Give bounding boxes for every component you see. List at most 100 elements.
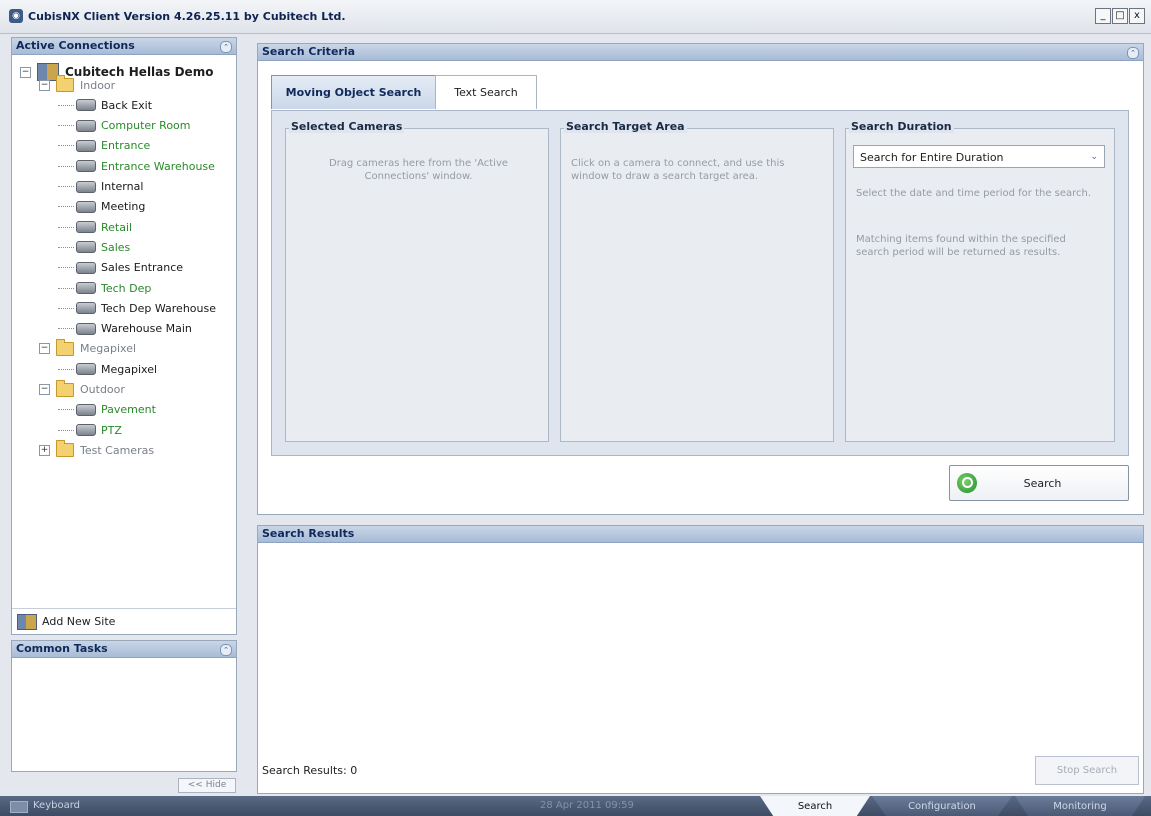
search-button-label: Search xyxy=(1023,476,1062,490)
camera-icon xyxy=(76,261,96,274)
camera-item[interactable]: Tech Dep xyxy=(58,278,151,298)
tree-connector xyxy=(58,226,74,228)
tab-text-search[interactable]: Text Search xyxy=(435,75,537,109)
camera-item[interactable]: Sales xyxy=(58,237,130,257)
minimize-button[interactable]: _ xyxy=(1095,8,1111,24)
tree-connector xyxy=(58,104,74,106)
search-duration-value: Search for Entire Duration xyxy=(860,151,1004,164)
status-datetime: 28 Apr 2011 09:59 xyxy=(540,800,634,811)
camera-item[interactable]: Entrance Warehouse xyxy=(58,156,215,176)
add-site-icon xyxy=(17,614,37,630)
camera-label: Meeting xyxy=(101,200,146,214)
camera-item[interactable]: Retail xyxy=(58,217,132,237)
camera-item[interactable]: Tech Dep Warehouse xyxy=(58,298,216,318)
tree-connector xyxy=(58,287,74,289)
tree-connector xyxy=(58,409,74,411)
chevron-down-icon: ⌄ xyxy=(1090,152,1098,162)
camera-item[interactable]: Megapixel xyxy=(58,359,157,379)
tree-connector xyxy=(58,328,74,330)
search-results-panel: Search Results Search Results: 0 xyxy=(257,525,1144,794)
selected-cameras-group[interactable]: Selected Cameras Drag cameras here from … xyxy=(285,120,549,442)
collapse-tree-icon[interactable]: − xyxy=(39,343,50,355)
tree-group-label: Indoor xyxy=(80,78,116,92)
tree-connector xyxy=(58,145,74,147)
camera-icon xyxy=(76,241,96,254)
tree-group-indoor[interactable]: − Indoor xyxy=(39,75,115,95)
app-icon: ◉ xyxy=(9,9,23,23)
camera-item[interactable]: Entrance xyxy=(58,136,150,156)
tree-connector xyxy=(58,267,74,269)
camera-item[interactable]: Back Exit xyxy=(58,95,152,115)
maximize-button[interactable]: □ xyxy=(1112,8,1128,24)
camera-icon xyxy=(76,424,96,437)
tab-monitoring[interactable]: Monitoring xyxy=(1015,796,1145,816)
collapse-tree-icon[interactable]: − xyxy=(39,384,50,395)
window-title-bar: ◉ CubisNX Client Version 4.26.25.11 by C… xyxy=(0,0,1151,34)
camera-label: Retail xyxy=(101,220,133,234)
search-duration-group: Search Duration Select the date and time… xyxy=(845,120,1115,442)
expand-tree-icon[interactable]: + xyxy=(39,444,50,456)
camera-label: Warehouse Main xyxy=(101,322,192,336)
tree-group-label: Outdoor xyxy=(80,383,125,396)
camera-icon xyxy=(76,180,96,193)
tree-connector xyxy=(58,125,74,127)
camera-item[interactable]: Computer Room xyxy=(58,116,191,136)
add-new-site-label: Add New Site xyxy=(42,615,116,628)
collapse-icon[interactable]: ⌃ xyxy=(220,644,232,656)
collapse-icon[interactable]: ⌃ xyxy=(1127,47,1139,59)
close-button[interactable]: x xyxy=(1129,8,1145,24)
camera-label: Pavement xyxy=(101,403,156,417)
keyboard-label[interactable]: Keyboard xyxy=(33,800,80,811)
active-connections-title: Active Connections xyxy=(16,39,135,52)
search-button[interactable]: Search xyxy=(949,465,1129,501)
tree-connector xyxy=(58,206,74,208)
keyboard-icon[interactable] xyxy=(10,801,28,813)
search-criteria-header: Search Criteria ⌃ xyxy=(258,44,1143,61)
search-target-area-hint: Click on a camera to connect, and use th… xyxy=(571,158,785,182)
camera-item[interactable]: PTZ xyxy=(58,420,122,440)
window-controls: _ □ x xyxy=(1095,8,1145,24)
folder-icon xyxy=(56,440,74,458)
camera-item[interactable]: Pavement xyxy=(58,400,156,420)
camera-icon xyxy=(76,322,96,335)
tab-configuration[interactable]: Configuration xyxy=(872,796,1012,816)
active-connections-header: Active Connections ⌃ xyxy=(12,38,236,55)
camera-item[interactable]: Sales Entrance xyxy=(58,258,183,278)
tab-moving-object-search[interactable]: Moving Object Search xyxy=(271,75,436,109)
hide-button[interactable]: << Hide xyxy=(178,778,236,793)
search-results-title: Search Results xyxy=(262,527,355,540)
camera-item[interactable]: Internal xyxy=(58,177,143,197)
tree-connector xyxy=(58,186,74,187)
tree-connector xyxy=(58,246,74,248)
tab-search[interactable]: Search xyxy=(760,796,870,816)
camera-label: Tech Dep xyxy=(101,281,152,295)
camera-label: Computer Room xyxy=(101,119,191,133)
window-title: CubisNX Client Version 4.26.25.11 by Cub… xyxy=(28,10,346,23)
search-target-area-title: Search Target Area xyxy=(564,120,687,133)
add-new-site-row[interactable]: Add New Site xyxy=(12,608,236,635)
camera-item[interactable]: Warehouse Main xyxy=(58,319,192,339)
stop-search-button[interactable]: Stop Search xyxy=(1035,756,1139,785)
collapse-icon[interactable]: ⌃ xyxy=(220,41,232,53)
tree-group-outdoor[interactable]: − Outdoor xyxy=(39,379,125,400)
tree-connector xyxy=(58,307,74,309)
tree-group-test-cameras[interactable]: + Test Cameras xyxy=(39,440,154,460)
camera-item[interactable]: Meeting xyxy=(58,197,145,217)
camera-label: Entrance xyxy=(101,139,151,153)
camera-icon xyxy=(76,200,96,213)
common-tasks-header: Common Tasks ⌃ xyxy=(12,641,236,658)
search-icon xyxy=(957,473,977,493)
search-duration-select[interactable]: Search for Entire Duration ⌄ xyxy=(853,145,1105,168)
tree-group-megapixel[interactable]: − Megapixel xyxy=(39,338,136,359)
bottom-status-bar: Keyboard 28 Apr 2011 09:59 Search Config… xyxy=(0,796,1151,816)
camera-icon xyxy=(76,221,96,234)
collapse-tree-icon[interactable]: − xyxy=(20,66,31,78)
collapse-tree-icon[interactable]: − xyxy=(39,79,50,91)
camera-icon xyxy=(76,302,96,315)
selected-cameras-title: Selected Cameras xyxy=(289,120,405,133)
common-tasks-title: Common Tasks xyxy=(16,642,108,655)
active-connections-panel: Active Connections ⌃ − Cubitech Hellas De… xyxy=(11,37,237,635)
search-target-area-group[interactable]: Search Target Area Click on a camera to … xyxy=(560,120,834,442)
camera-icon xyxy=(76,160,96,173)
folder-icon xyxy=(56,75,74,92)
